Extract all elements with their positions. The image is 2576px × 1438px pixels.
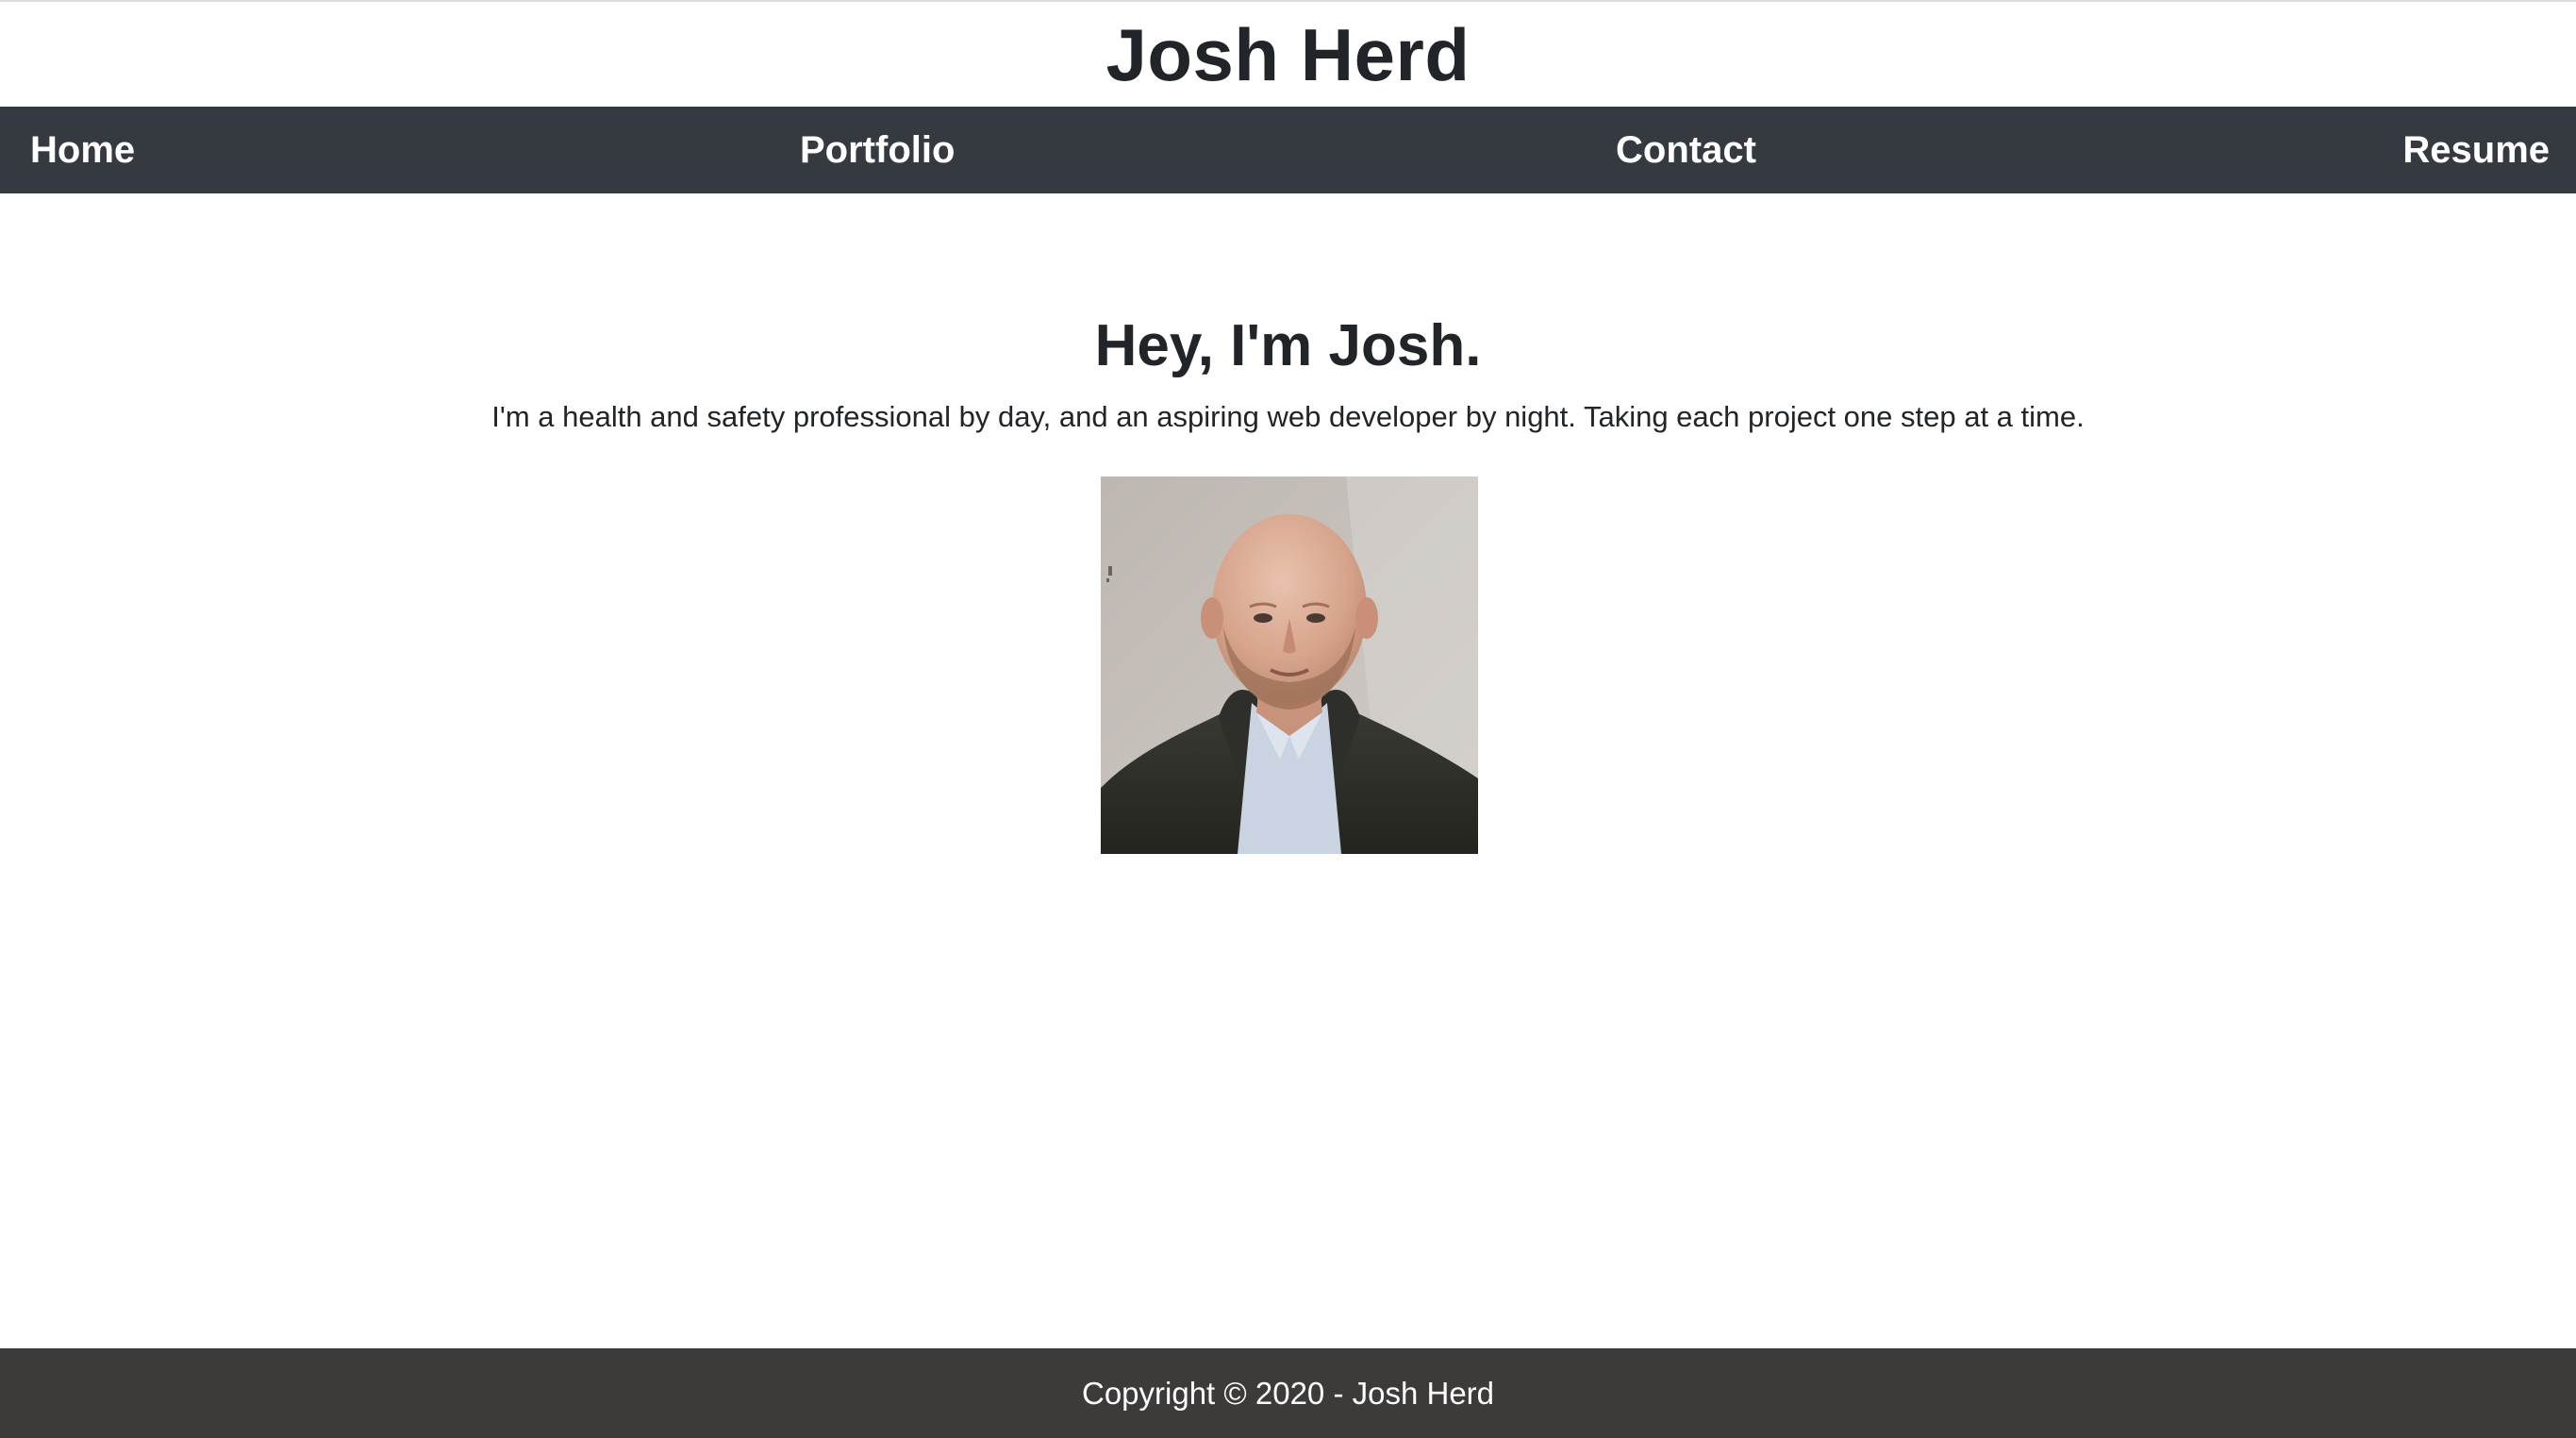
hero-heading: Hey, I'm Josh.	[1094, 313, 1482, 378]
nav-link-contact[interactable]: Contact	[1616, 107, 1756, 193]
site-header: Josh Herd	[0, 0, 2576, 107]
nav-link-resume[interactable]: Resume	[2402, 107, 2550, 193]
navbar: Home Portfolio Contact Resume	[0, 107, 2576, 193]
nav-link-home[interactable]: Home	[30, 107, 135, 193]
hero-intro-text: I'm a health and safety professional by …	[491, 400, 2085, 434]
profile-photo	[1101, 477, 1478, 854]
site-title: Josh Herd	[1105, 12, 1471, 96]
footer-copyright: Copyright © 2020 - Josh Herd	[1081, 1375, 1495, 1411]
site-footer: Copyright © 2020 - Josh Herd	[0, 1348, 2576, 1438]
hero-section: Hey, I'm Josh. I'm a health and safety p…	[0, 311, 2576, 437]
nav-link-portfolio[interactable]: Portfolio	[800, 107, 955, 193]
